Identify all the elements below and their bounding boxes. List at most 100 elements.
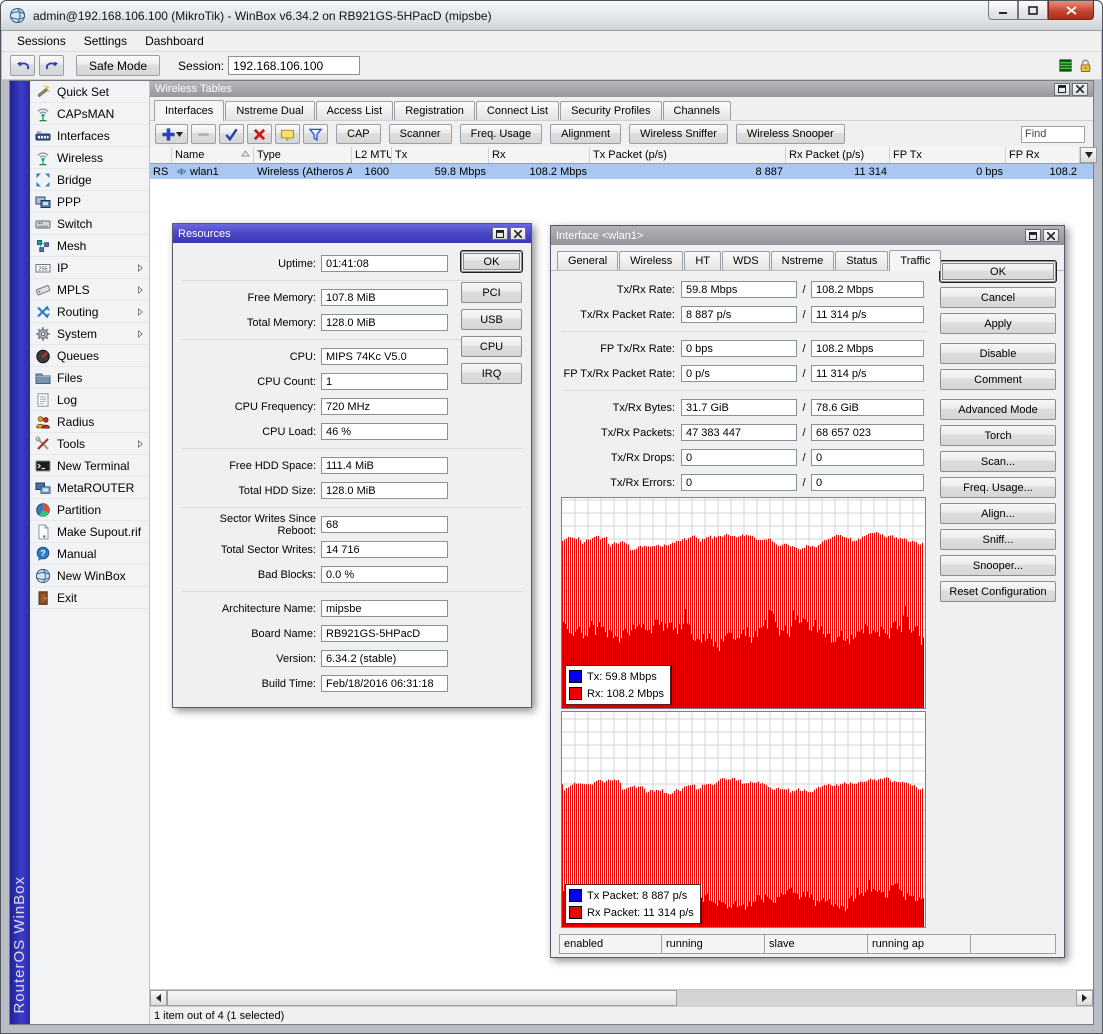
snooper-button[interactable]: Snooper...: [940, 555, 1056, 576]
cpu-load-value[interactable]: 46 %: [321, 423, 448, 440]
sector-writes-since-reboot-value[interactable]: 68: [321, 516, 448, 533]
sidebar-item-make-supout-rif[interactable]: Make Supout.rif: [30, 521, 149, 543]
tab-registration[interactable]: Registration: [394, 101, 475, 120]
sidebar-item-new-winbox[interactable]: New WinBox: [30, 565, 149, 587]
scrollbar-track[interactable]: [677, 990, 1076, 1006]
tx-rx-bytes-rx-value[interactable]: 78.6 GiB: [811, 399, 924, 416]
wireless-sniffer-button[interactable]: Wireless Sniffer: [629, 124, 728, 144]
sidebar-item-exit[interactable]: Exit: [30, 587, 149, 609]
tx-rx-packet-rate-rx-value[interactable]: 11 314 p/s: [811, 306, 924, 323]
tab-access-list[interactable]: Access List: [316, 101, 394, 120]
total-hdd-size-value[interactable]: 128.0 MiB: [321, 482, 448, 499]
reset-configuration-button[interactable]: Reset Configuration: [940, 581, 1056, 602]
comment-button[interactable]: [275, 124, 300, 144]
column-chooser-button[interactable]: [1080, 147, 1097, 163]
cpu-count-value[interactable]: 1: [321, 373, 448, 390]
tx-rx-rate-tx-value[interactable]: 59.8 Mbps: [681, 281, 797, 298]
total-sector-writes-value[interactable]: 14 716: [321, 541, 448, 558]
align-button[interactable]: Align...: [940, 503, 1056, 524]
freq-usage-button[interactable]: Freq. Usage...: [940, 477, 1056, 498]
board-name-value[interactable]: RB921GS-5HPacD: [321, 625, 448, 642]
interface-restore-button[interactable]: [1025, 229, 1041, 242]
cancel-button[interactable]: Cancel: [940, 287, 1056, 308]
column-header-name[interactable]: Name: [172, 147, 254, 163]
scan-button[interactable]: Scan...: [940, 451, 1056, 472]
fp-tx-rx-rate-tx-value[interactable]: 0 bps: [681, 340, 797, 357]
tx-rx-rate-rx-value[interactable]: 108.2 Mbps: [811, 281, 924, 298]
wt-close-button[interactable]: [1072, 83, 1088, 96]
architecture-name-value[interactable]: mipsbe: [321, 600, 448, 617]
tab-channels[interactable]: Channels: [663, 101, 731, 120]
sidebar-item-quick-set[interactable]: Quick Set: [30, 81, 149, 103]
menu-item-settings[interactable]: Settings: [75, 31, 136, 51]
cpu-value[interactable]: MIPS 74Kc V5.0: [321, 348, 448, 365]
column-header-flags[interactable]: [150, 147, 172, 163]
tx-rx-packets-rx-value[interactable]: 68 657 023: [811, 424, 924, 441]
app-titlebar[interactable]: admin@192.168.106.100 (MikroTik) - WinBo…: [1, 1, 1102, 31]
apply-button[interactable]: Apply: [940, 313, 1056, 334]
sidebar-item-mpls[interactable]: MPLS: [30, 279, 149, 301]
sniff-button[interactable]: Sniff...: [940, 529, 1056, 550]
cpu-button[interactable]: CPU: [461, 336, 522, 357]
fp-tx-rx-packet-rate-tx-value[interactable]: 0 p/s: [681, 365, 797, 382]
sidebar-item-mesh[interactable]: Mesh: [30, 235, 149, 257]
sidebar-item-switch[interactable]: Switch: [30, 213, 149, 235]
column-header-l2-mtu[interactable]: L2 MTU: [352, 147, 392, 163]
free-memory-value[interactable]: 107.8 MiB: [321, 289, 448, 306]
wireless-tables-titlebar[interactable]: Wireless Tables: [150, 81, 1093, 97]
interface-tab-wireless[interactable]: Wireless: [619, 251, 683, 270]
column-header-rx[interactable]: Rx: [489, 147, 590, 163]
column-header-type[interactable]: Type: [254, 147, 352, 163]
ok-button[interactable]: OK: [940, 261, 1056, 282]
pci-button[interactable]: PCI: [461, 282, 522, 303]
sidebar-item-queues[interactable]: Queues: [30, 345, 149, 367]
column-header-tx-packet-p-s[interactable]: Tx Packet (p/s): [590, 147, 786, 163]
cpu-frequency-value[interactable]: 720 MHz: [321, 398, 448, 415]
menu-item-sessions[interactable]: Sessions: [8, 31, 75, 51]
column-header-rx-packet-p-s[interactable]: Rx Packet (p/s): [786, 147, 890, 163]
disable-button[interactable]: Disable: [940, 343, 1056, 364]
scroll-left-button[interactable]: [150, 990, 167, 1006]
free-hdd-space-value[interactable]: 111.4 MiB: [321, 457, 448, 474]
tab-nstreme-dual[interactable]: Nstreme Dual: [225, 101, 314, 120]
close-button[interactable]: [1048, 1, 1094, 20]
build-time-value[interactable]: Feb/18/2016 06:31:18: [321, 675, 448, 692]
scroll-right-button[interactable]: [1076, 990, 1093, 1006]
horizontal-scrollbar[interactable]: [150, 989, 1093, 1006]
sidebar-item-ip[interactable]: 255IP: [30, 257, 149, 279]
sidebar-item-interfaces[interactable]: Interfaces: [30, 125, 149, 147]
maximize-button[interactable]: [1018, 1, 1048, 20]
wireless-snooper-button[interactable]: Wireless Snooper: [736, 124, 845, 144]
tx-rx-packets-tx-value[interactable]: 47 383 447: [681, 424, 797, 441]
tx-rx-drops-rx-value[interactable]: 0: [811, 449, 924, 466]
total-memory-value[interactable]: 128.0 MiB: [321, 314, 448, 331]
redo-button[interactable]: [39, 55, 64, 76]
sidebar-item-partition[interactable]: Partition: [30, 499, 149, 521]
minimize-button[interactable]: [988, 1, 1018, 20]
sidebar-item-bridge[interactable]: Bridge: [30, 169, 149, 191]
fp-tx-rx-rate-rx-value[interactable]: 108.2 Mbps: [811, 340, 924, 357]
uptime-value[interactable]: 01:41:08: [321, 255, 448, 272]
tab-security-profiles[interactable]: Security Profiles: [560, 101, 661, 120]
interface-tab-nstreme[interactable]: Nstreme: [771, 251, 835, 270]
resources-restore-button[interactable]: [492, 227, 508, 240]
sidebar-item-capsman[interactable]: CAPsMAN: [30, 103, 149, 125]
interface-tab-general[interactable]: General: [557, 251, 618, 270]
irq-button[interactable]: IRQ: [461, 363, 522, 384]
sidebar-item-tools[interactable]: Tools: [30, 433, 149, 455]
sidebar-item-log[interactable]: Log: [30, 389, 149, 411]
comment-button[interactable]: Comment: [940, 369, 1056, 390]
session-input[interactable]: [228, 56, 360, 75]
safe-mode-button[interactable]: Safe Mode: [76, 55, 160, 76]
tx-rx-bytes-tx-value[interactable]: 31.7 GiB: [681, 399, 797, 416]
alignment-button[interactable]: Alignment: [550, 124, 621, 144]
sidebar-item-files[interactable]: Files: [30, 367, 149, 389]
tx-rx-errors-tx-value[interactable]: 0: [681, 474, 797, 491]
tx-rx-drops-tx-value[interactable]: 0: [681, 449, 797, 466]
version-value[interactable]: 6.34.2 (stable): [321, 650, 448, 667]
advanced-mode-button[interactable]: Advanced Mode: [940, 399, 1056, 420]
remove-button[interactable]: [191, 124, 216, 144]
cap-button[interactable]: CAP: [336, 124, 381, 144]
torch-button[interactable]: Torch: [940, 425, 1056, 446]
interface-tab-ht[interactable]: HT: [684, 251, 721, 270]
